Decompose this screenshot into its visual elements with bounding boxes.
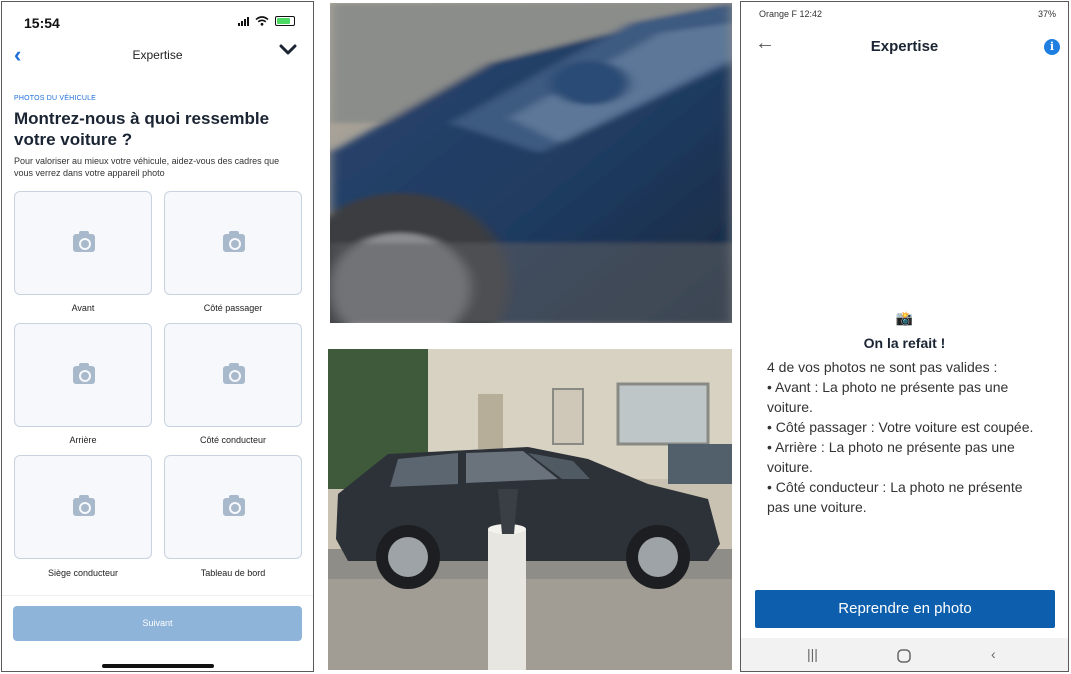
status-battery: 37%	[1037, 9, 1056, 19]
status-time: 15:54	[24, 15, 60, 31]
android-app-screen: Orange F 12:42 37% ← Expertise i 📸 On la…	[740, 1, 1069, 672]
photo-slot-label: Avant	[71, 303, 95, 313]
camera-icon	[73, 363, 95, 384]
status-icons	[238, 16, 295, 26]
issue-item: • Avant : La photo ne présente pas une v…	[767, 379, 1009, 415]
home-indicator	[102, 664, 214, 668]
retake-message: 4 de vos photos ne sont pas valides : • …	[767, 357, 1043, 517]
page-title: Montrez-nous à quoi ressemble votre voit…	[14, 109, 270, 149]
collage: 15:54 ‹ Expertise PHOTOS DU VÉHICULE Mon…	[0, 0, 1071, 674]
camera-icon	[223, 231, 245, 252]
photo-slot-cote-conducteur[interactable]	[164, 323, 302, 427]
photo-slot-tableau-de-bord[interactable]	[164, 455, 302, 559]
android-nav-bar: ||| ‹	[741, 638, 1068, 671]
nav-bar: ‹ Expertise	[2, 38, 313, 72]
photo-slot-label: Tableau de bord	[200, 568, 266, 578]
info-icon[interactable]: i	[1044, 39, 1060, 55]
chevron-down-icon[interactable]	[279, 44, 297, 56]
issue-item: • Côté passager : Votre voiture est coup…	[767, 419, 1034, 435]
photo-slot-avant[interactable]	[14, 191, 152, 295]
blurred-car-photo	[330, 3, 732, 323]
camera-icon	[223, 363, 245, 384]
photo-slot-label: Arrière	[69, 435, 97, 445]
photo-slot-label: Côté conducteur	[199, 435, 267, 445]
retake-photo-button[interactable]: Reprendre en photo	[755, 590, 1055, 628]
photo-slot-siege-conducteur[interactable]	[14, 455, 152, 559]
camera-icon	[73, 495, 95, 516]
issue-item: • Arrière : La photo ne présente pas une…	[767, 439, 1015, 475]
photo-slot-label: Côté passager	[203, 303, 263, 313]
retake-intro: 4 de vos photos ne sont pas valides :	[767, 359, 998, 375]
status-carrier-time: Orange F 12:42	[759, 9, 823, 19]
issue-item: • Côté conducteur : La photo ne présente…	[767, 479, 1023, 515]
camera-flash-icon: 📸	[895, 310, 914, 326]
car-bollard-photo	[328, 349, 732, 670]
nav-title: Expertise	[132, 48, 183, 62]
camera-icon	[223, 495, 245, 516]
back-nav-icon[interactable]: ‹	[991, 646, 996, 662]
section-label: PHOTOS DU VÉHICULE	[14, 95, 97, 102]
blurred-car-image	[330, 3, 732, 323]
ios-app-screen: 15:54 ‹ Expertise PHOTOS DU VÉHICULE Mon…	[1, 1, 314, 672]
wifi-icon	[255, 16, 269, 26]
nav-bar: ← Expertise i	[741, 28, 1068, 64]
camera-icon	[73, 231, 95, 252]
retake-title: On la refait !	[863, 335, 946, 351]
home-icon[interactable]	[897, 649, 911, 663]
photo-slot-label: Siège conducteur	[47, 568, 119, 578]
recent-apps-icon[interactable]: |||	[807, 646, 818, 662]
status-bar: Orange F 12:42 37%	[741, 2, 1068, 26]
photo-slot-arriere[interactable]	[14, 323, 152, 427]
signal-icon	[238, 16, 249, 26]
photo-slot-cote-passager[interactable]	[164, 191, 302, 295]
battery-icon	[275, 16, 295, 26]
next-button[interactable]: Suivant	[13, 606, 302, 641]
car-bollard-image	[328, 349, 732, 670]
page-description: Pour valoriser au mieux votre véhicule, …	[14, 156, 280, 178]
nav-title: Expertise	[870, 38, 939, 55]
status-bar: 15:54	[2, 2, 313, 36]
